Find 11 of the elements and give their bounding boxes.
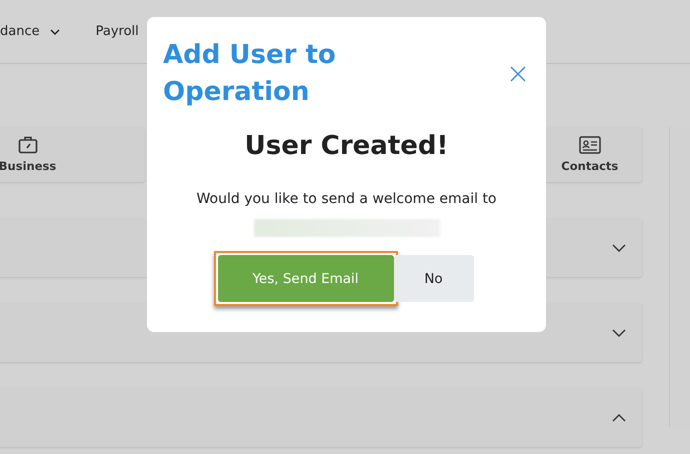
chevron-down-icon: [50, 28, 60, 34]
nav-link[interactable]: dance: [0, 24, 40, 39]
dialog-heading: User Created!: [244, 131, 448, 161]
briefcase-icon: [18, 136, 38, 154]
dialog-title: Add User to Operation: [163, 39, 337, 109]
dialog-message: Would you like to send a welcome email to: [196, 191, 496, 207]
nav-link[interactable]: Payroll: [96, 24, 139, 39]
close-icon[interactable]: [510, 66, 526, 82]
category-tile[interactable]: Business: [0, 127, 145, 182]
contact-card-icon: [578, 136, 601, 154]
no-button[interactable]: No: [394, 255, 474, 302]
